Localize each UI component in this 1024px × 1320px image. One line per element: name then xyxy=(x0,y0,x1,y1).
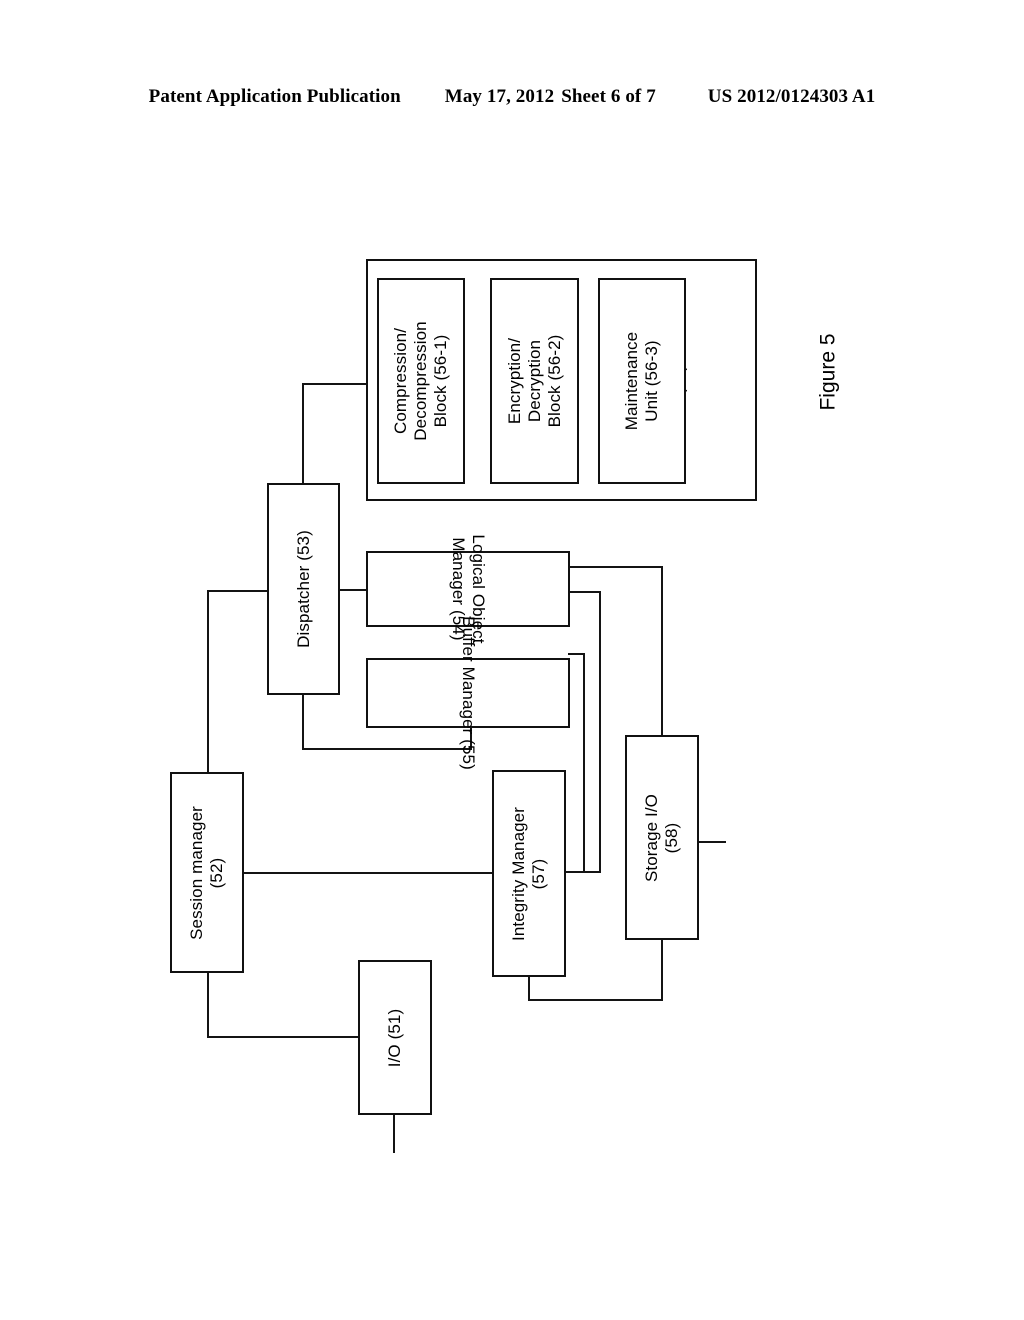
connector-session-manager-to-integrity-manager xyxy=(243,872,494,874)
connector-io-to-session-manager-v xyxy=(207,971,209,1038)
figure-caption: Figure 5 xyxy=(816,333,840,411)
block-label-compression-decompression-56-1: Compression/ Decompression Block (56-1) xyxy=(391,321,450,441)
block-compression-decompression-56-1[interactable]: Compression/ Decompression Block (56-1) xyxy=(377,278,465,484)
block-integrity-manager-57[interactable]: Integrity Manager (57) xyxy=(492,770,566,977)
block-io-51[interactable]: I/O (51) xyxy=(358,960,432,1115)
connector-buffer-manager-to-integrity-manager-h xyxy=(568,653,585,655)
block-label-storage-io-58: Storage I/O (58) xyxy=(642,793,681,882)
connector-buffer-manager-to-integrity-manager-v xyxy=(583,653,585,873)
block-label-io-51: I/O (51) xyxy=(385,1008,405,1067)
connector-logical-object-manager-to-storage-io-h xyxy=(568,566,663,568)
connector-io-to-session-manager-h xyxy=(207,1036,360,1038)
connector-integrity-manager-to-storage-io-v1 xyxy=(528,975,530,1001)
block-storage-io-58[interactable]: Storage I/O (58) xyxy=(625,735,699,940)
connector-dispatcher-to-transformation-unit-v xyxy=(302,383,304,485)
connector-integrity-manager-to-storage-io-h xyxy=(528,999,663,1001)
connector-dispatcher-to-transformation-unit-h xyxy=(302,383,368,385)
block-label-buffer-manager-55: Buffer Manager (55) xyxy=(458,616,478,770)
connector-dispatcher-to-buffer-manager-h xyxy=(302,748,472,750)
block-buffer-manager-55[interactable]: Buffer Manager (55) xyxy=(366,616,570,770)
block-label-maintenance-unit-56-3: Maintenance Unit (56-3) xyxy=(622,331,661,431)
connector-dispatcher-to-buffer-manager-v xyxy=(302,693,304,750)
block-label-integrity-manager-57: Integrity Manager (57) xyxy=(509,806,548,941)
connector-logical-object-manager-to-storage-io-v xyxy=(661,566,663,737)
block-label-dispatcher-53: Dispatcher (53) xyxy=(293,530,313,648)
connector-session-manager-to-dispatcher-v xyxy=(207,590,209,774)
connector-logical-object-manager-to-integrity-manager-h xyxy=(568,591,601,593)
block-label-session-manager-52: Session manager (52) xyxy=(187,805,226,940)
block-session-manager-52[interactable]: Session manager (52) xyxy=(170,772,244,973)
connector-dispatcher-to-logical-object-manager xyxy=(338,589,367,591)
connector-logical-object-manager-to-integrity-manager-v xyxy=(599,591,601,873)
block-maintenance-unit-56-3[interactable]: Maintenance Unit (56-3) xyxy=(598,278,686,484)
connector-storage-io-external-stub xyxy=(698,841,726,843)
connector-session-manager-to-dispatcher-h xyxy=(207,590,269,592)
connector-integrity-manager-to-storage-io-v2 xyxy=(661,938,663,1001)
patent-figure-page: Patent Application Publication May 17, 2… xyxy=(0,0,1024,1320)
block-label-encryption-decryption-56-2: Encryption/ Decryption Block (56-2) xyxy=(504,334,564,428)
connector-io-external-stub xyxy=(393,1115,395,1153)
figure-5-block-diagram: Transformation Unit (56) Compression/ De… xyxy=(0,0,1024,1320)
block-dispatcher-53[interactable]: Dispatcher (53) xyxy=(267,483,340,695)
block-encryption-decryption-56-2[interactable]: Encryption/ Decryption Block (56-2) xyxy=(490,278,579,484)
